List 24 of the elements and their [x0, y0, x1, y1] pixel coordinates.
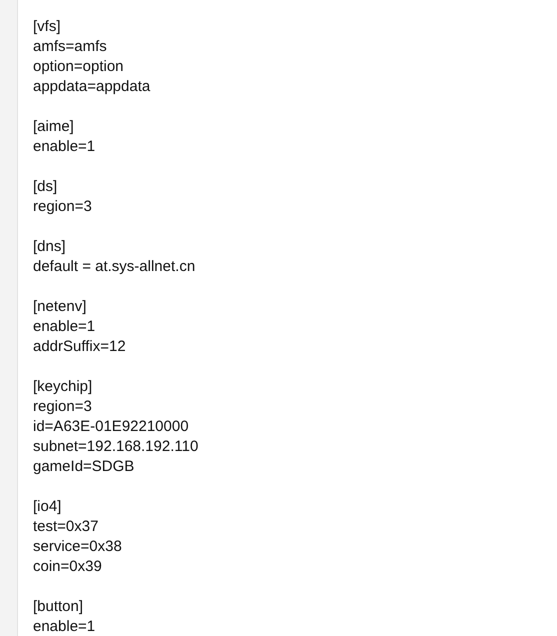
config-line: service=0x38 — [33, 537, 123, 557]
section-header: [vfs] — [33, 17, 62, 37]
config-line: addrSuffix=12 — [33, 337, 127, 357]
config-line: enable=1 — [33, 137, 96, 157]
section-header: [ds] — [33, 177, 58, 197]
config-line: subnet=192.168.192.110 — [33, 437, 200, 457]
config-line: option=option — [33, 57, 124, 77]
section-header: [button] — [33, 597, 84, 617]
config-line: enable=1 — [33, 617, 96, 636]
config-line: appdata=appdata — [33, 77, 152, 97]
config-line: region=3 — [33, 397, 93, 417]
config-line: region=3 — [33, 197, 93, 217]
section-header: [keychip] — [33, 377, 94, 397]
config-line: enable=1 — [33, 317, 96, 337]
config-line: coin=0x39 — [33, 557, 103, 577]
config-line: amfs=amfs — [33, 37, 108, 57]
section-header: [netenv] — [33, 297, 88, 317]
config-line: test=0x37 — [33, 517, 100, 537]
config-line: default = at.sys-allnet.cn — [33, 257, 196, 277]
config-line: id=A63E-01E92210000 — [33, 417, 190, 437]
section-header: [io4] — [33, 497, 62, 517]
section-header: [aime] — [33, 117, 75, 137]
section-header: [dns] — [33, 237, 67, 257]
config-line: gameId=SDGB — [33, 457, 136, 477]
